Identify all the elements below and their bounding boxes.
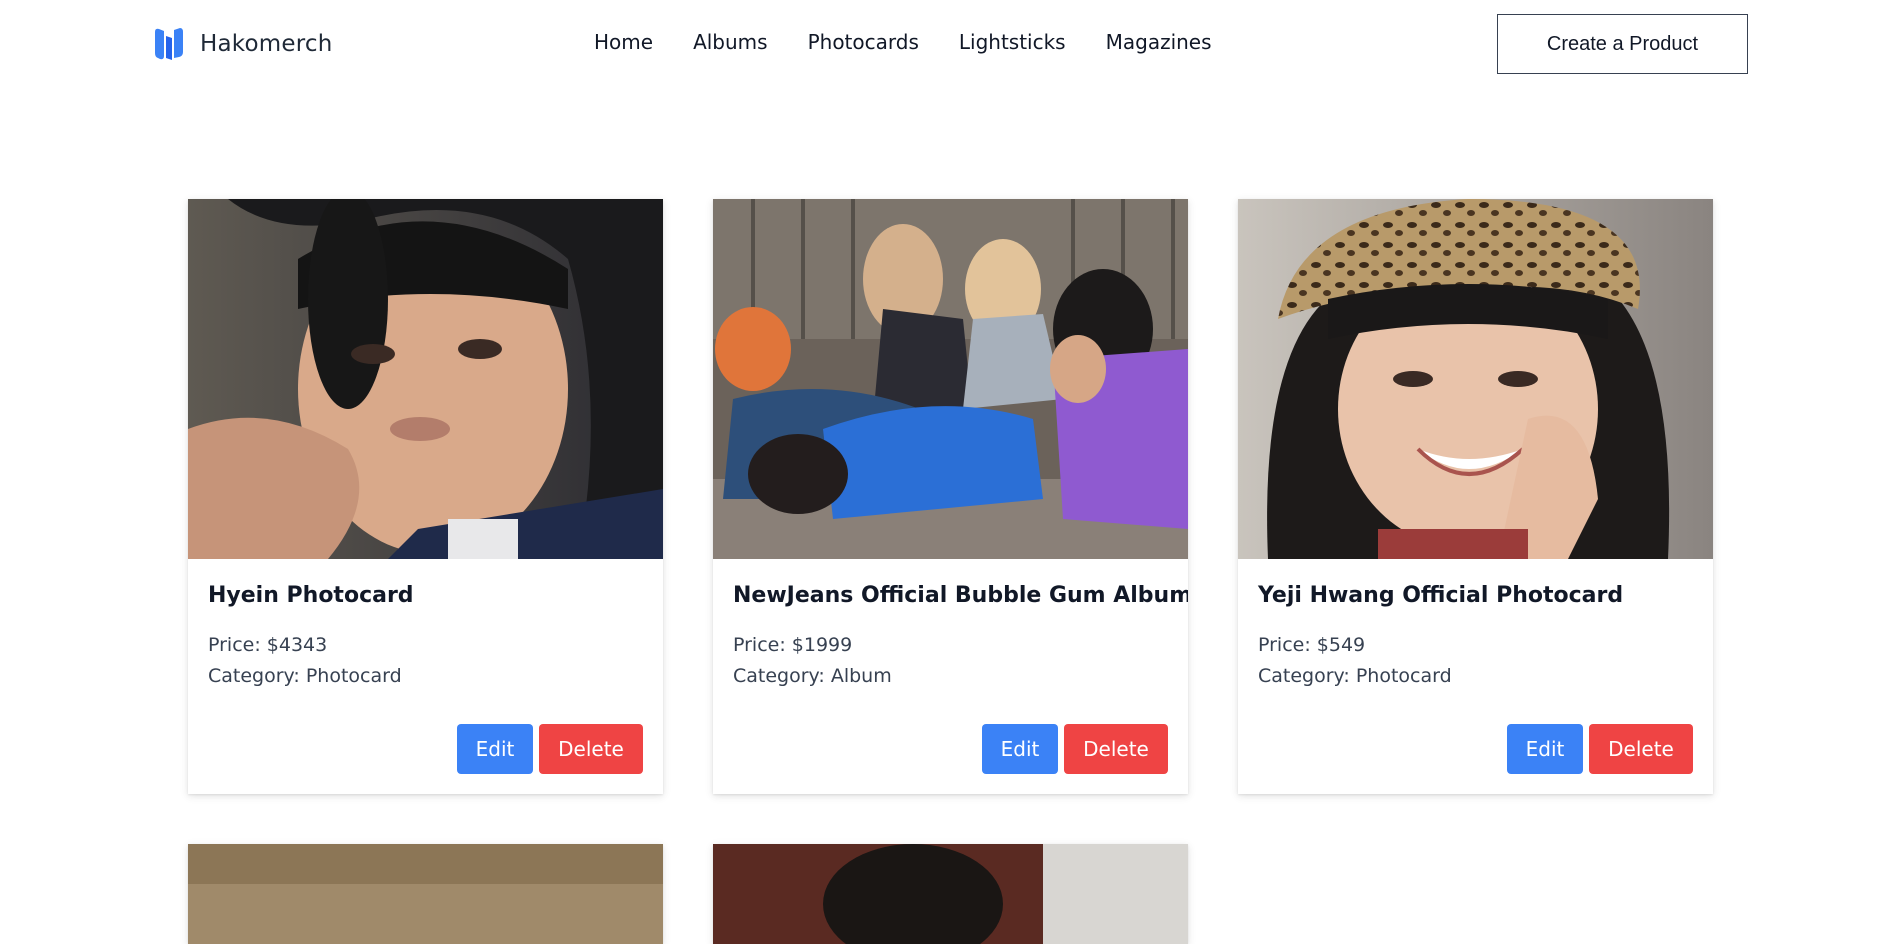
- product-card: Yeji Hwang Official Photocard Price: $54…: [1238, 199, 1713, 794]
- edit-button[interactable]: Edit: [1507, 724, 1583, 774]
- nav-link-lightsticks[interactable]: Lightsticks: [959, 30, 1066, 54]
- hakomerch-logo-icon: [155, 28, 183, 60]
- delete-button[interactable]: Delete: [1589, 724, 1693, 774]
- product-title: Hyein Photocard: [208, 583, 414, 608]
- edit-button[interactable]: Edit: [982, 724, 1058, 774]
- card-actions: Edit Delete: [982, 724, 1168, 774]
- product-image[interactable]: [188, 844, 663, 944]
- product-grid: Hyein Photocard Price: $4343 Category: P…: [188, 199, 1718, 944]
- product-image[interactable]: [713, 199, 1188, 559]
- delete-button[interactable]: Delete: [539, 724, 643, 774]
- product-price: Price: $4343: [208, 634, 328, 656]
- product-category: Category: Album: [733, 665, 892, 687]
- card-actions: Edit Delete: [1507, 724, 1693, 774]
- product-image[interactable]: [188, 199, 663, 559]
- delete-button[interactable]: Delete: [1064, 724, 1168, 774]
- nav-links: Home Albums Photocards Lightsticks Magaz…: [594, 30, 1212, 54]
- product-image[interactable]: [1238, 199, 1713, 559]
- product-category: Category: Photocard: [208, 665, 402, 687]
- product-card: NewJeans Official Bubble Gum Album Price…: [713, 199, 1188, 794]
- nav-link-albums[interactable]: Albums: [693, 30, 768, 54]
- nav-link-photocards[interactable]: Photocards: [808, 30, 919, 54]
- product-card: [713, 844, 1188, 944]
- product-image[interactable]: [713, 844, 1188, 944]
- create-product-button[interactable]: Create a Product: [1497, 14, 1748, 74]
- nav-link-home[interactable]: Home: [594, 30, 653, 54]
- product-title: NewJeans Official Bubble Gum Album: [733, 583, 1188, 608]
- product-price: Price: $1999: [733, 634, 853, 656]
- navbar: Hakomerch Home Albums Photocards Lightst…: [0, 0, 1901, 90]
- brand[interactable]: Hakomerch: [152, 26, 333, 62]
- brand-name: Hakomerch: [200, 31, 333, 57]
- product-category: Category: Photocard: [1258, 665, 1452, 687]
- nav-link-magazines[interactable]: Magazines: [1106, 30, 1212, 54]
- product-title: Yeji Hwang Official Photocard: [1258, 583, 1624, 608]
- product-card: Hyein Photocard Price: $4343 Category: P…: [188, 199, 663, 794]
- card-actions: Edit Delete: [457, 724, 643, 774]
- product-price: Price: $549: [1258, 634, 1366, 656]
- product-card: [188, 844, 663, 944]
- edit-button[interactable]: Edit: [457, 724, 533, 774]
